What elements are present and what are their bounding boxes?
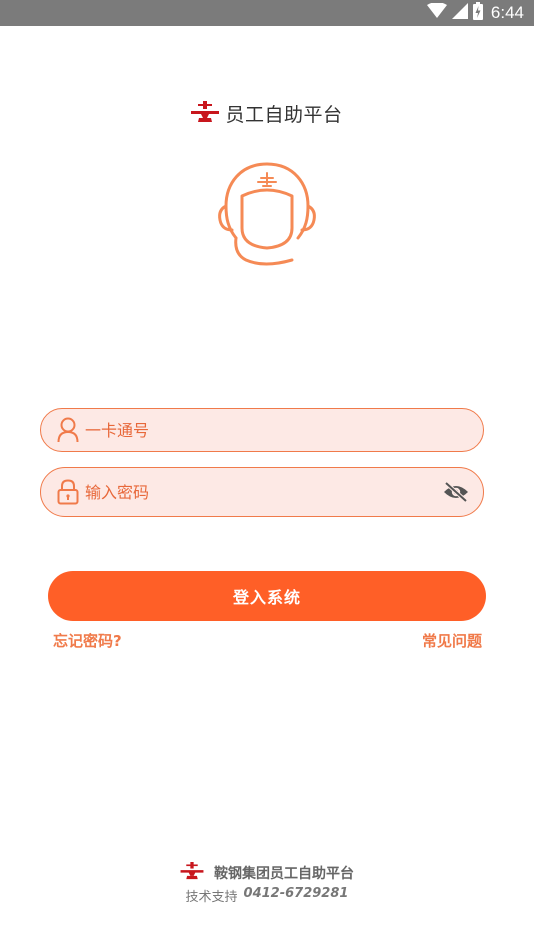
faq-link[interactable]: 常见问题 <box>422 630 482 651</box>
brand-header: 员工自助平台 <box>0 100 534 127</box>
airplane-logo-icon <box>191 100 220 127</box>
headset-avatar-icon <box>214 160 320 272</box>
footer-company: 鞍钢集团员工自助平台 <box>214 866 354 882</box>
eye-off-icon[interactable] <box>441 477 471 507</box>
card-number-input[interactable] <box>85 409 483 451</box>
cell-signal-icon <box>451 3 468 23</box>
status-icons: 6:44 <box>426 2 524 24</box>
footer-brand: 鞍钢集团员工自助平台 <box>0 862 534 884</box>
support-phone: 0412-6729281 <box>243 886 349 901</box>
user-icon <box>55 417 81 443</box>
lock-icon <box>55 479 81 505</box>
login-screen: 6:44 员工自助平台 一卡通号 登入系统 忘记密码? 常见问题 鞍钢集团员工自… <box>0 0 534 950</box>
forgot-password-link[interactable]: 忘记密码? <box>53 630 122 651</box>
login-button[interactable]: 登入系统 <box>48 571 486 621</box>
status-bar: 6:44 <box>0 0 534 26</box>
footer-logo-icon <box>180 862 204 884</box>
support-label: 技术支持 <box>185 890 238 905</box>
footer-support: 技术支持 0412-6729281 <box>0 886 534 905</box>
wifi-icon <box>426 2 447 23</box>
card-number-field[interactable] <box>40 408 484 452</box>
app-title: 员工自助平台 <box>225 104 343 126</box>
battery-icon <box>472 2 483 24</box>
password-field[interactable] <box>40 467 484 517</box>
status-time: 6:44 <box>490 3 524 22</box>
password-input[interactable] <box>85 468 441 516</box>
